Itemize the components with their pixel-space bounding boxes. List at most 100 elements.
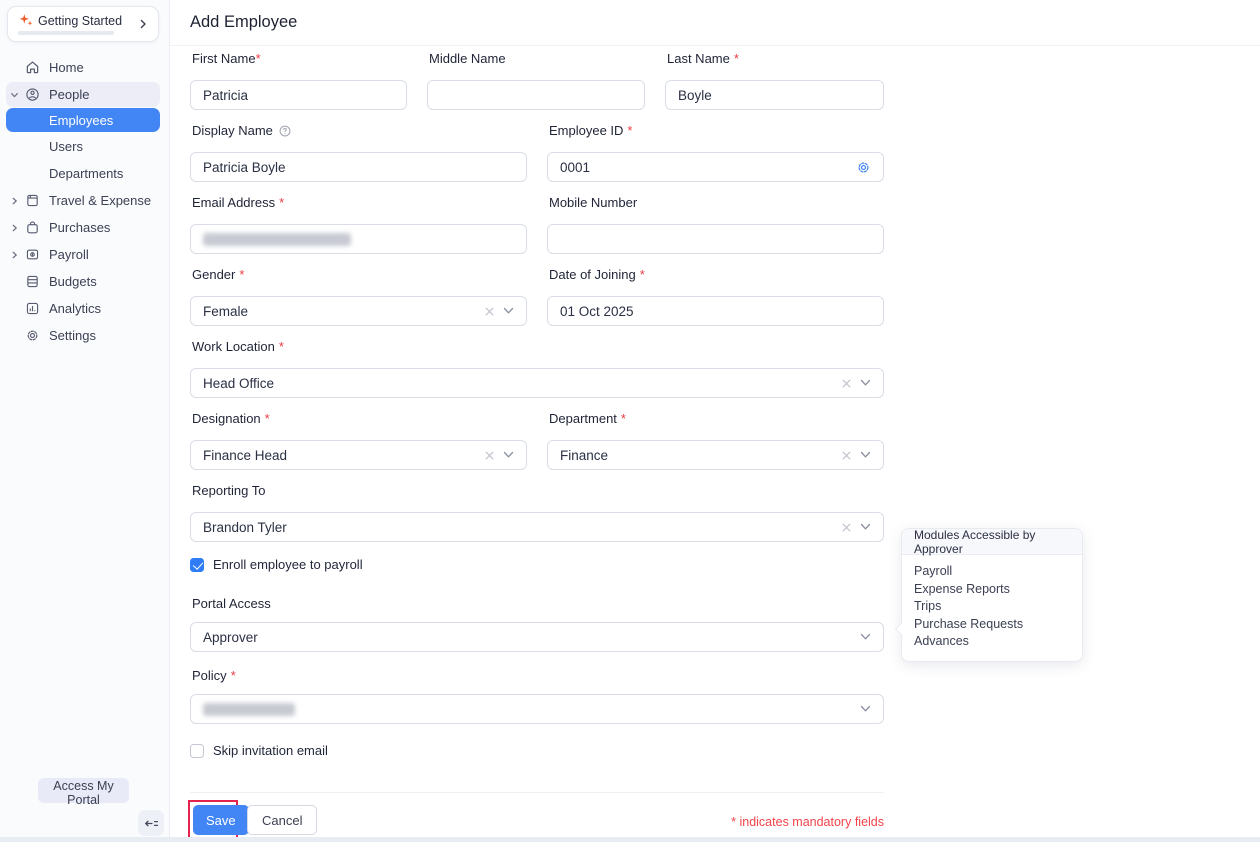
department-label: Department [549, 411, 626, 426]
clear-icon[interactable] [841, 522, 852, 533]
sidebar-item-label: Home [49, 60, 84, 75]
tooltip-item: Purchase Requests [914, 616, 1070, 634]
chevron-down-icon[interactable] [10, 90, 21, 99]
department-select[interactable]: Finance [547, 440, 884, 470]
email-label: Email Address [192, 195, 284, 210]
sidebar-item-settings[interactable]: Settings [6, 322, 160, 349]
chevron-down-icon[interactable] [503, 307, 514, 315]
window-bottom-edge [0, 837, 1260, 842]
chevron-right-icon[interactable] [10, 250, 21, 259]
chevron-right-icon[interactable] [10, 223, 21, 232]
collapse-sidebar-button[interactable] [138, 810, 164, 836]
gender-label: Gender [192, 267, 244, 282]
required-asterisk [640, 267, 645, 282]
payroll-icon [25, 247, 41, 263]
tooltip-item: Advances [914, 633, 1070, 651]
redacted-value [203, 233, 351, 246]
policy-select[interactable] [190, 694, 884, 724]
tooltip-title: Modules Accessible by Approver [902, 529, 1082, 555]
employee-id-field[interactable]: 0001 [547, 152, 884, 182]
designation-label: Designation [192, 411, 270, 426]
chevron-right-icon[interactable] [138, 18, 148, 30]
sidebar-item-employees[interactable]: Employees [6, 108, 160, 132]
portal-access-select[interactable]: Approver [190, 622, 884, 652]
getting-started-card[interactable]: Getting Started [7, 6, 159, 42]
sidebar-item-travel-expense[interactable]: Travel & Expense [6, 187, 160, 214]
required-asterisk [734, 51, 739, 66]
sidebar-item-people[interactable]: People [6, 82, 160, 107]
sidebar-item-purchases[interactable]: Purchases [6, 214, 160, 241]
skip-invitation-checkbox[interactable]: Skip invitation email [190, 743, 328, 758]
required-asterisk [256, 51, 261, 66]
designation-select[interactable]: Finance Head [190, 440, 527, 470]
chevron-down-icon[interactable] [860, 705, 871, 713]
email-field[interactable] [190, 224, 527, 254]
first-name-label: First Name [192, 51, 261, 66]
clear-icon[interactable] [484, 450, 495, 461]
chevron-down-icon[interactable] [860, 379, 871, 387]
skip-invitation-label: Skip invitation email [213, 743, 328, 758]
sidebar-item-label: Budgets [49, 274, 97, 289]
sidebar-item-users[interactable]: Users [6, 133, 160, 160]
chevron-down-icon[interactable] [860, 523, 871, 531]
required-asterisk [627, 123, 632, 138]
clear-icon[interactable] [841, 378, 852, 389]
tooltip-item: Expense Reports [914, 581, 1070, 599]
getting-started-progress [18, 31, 114, 35]
work-location-select[interactable]: Head Office [190, 368, 884, 398]
policy-label: Policy [192, 668, 236, 683]
chevron-down-icon[interactable] [503, 451, 514, 459]
checkbox-unchecked-icon[interactable] [190, 744, 204, 758]
sidebar-item-home[interactable]: Home [6, 54, 160, 81]
required-asterisk [239, 267, 244, 282]
employee-id-label: Employee ID [549, 123, 632, 138]
display-name-field[interactable]: Patricia Boyle [190, 152, 527, 182]
sidebar-item-departments[interactable]: Departments [6, 160, 160, 187]
reporting-to-label: Reporting To [192, 483, 265, 498]
last-name-field[interactable]: Boyle [665, 80, 884, 110]
enroll-payroll-checkbox[interactable]: Enroll employee to payroll [190, 557, 363, 572]
access-my-portal-button[interactable]: Access My Portal [38, 778, 129, 803]
sidebar-item-label: Travel & Expense [49, 193, 151, 208]
sparkle-icon [18, 13, 34, 29]
middle-name-label: Middle Name [429, 51, 506, 66]
travel-expense-icon [25, 193, 41, 209]
mobile-field[interactable] [547, 224, 884, 254]
required-asterisk [279, 339, 284, 354]
first-name-field[interactable]: Patricia [190, 80, 407, 110]
gender-select[interactable]: Female [190, 296, 527, 326]
redacted-value [203, 703, 295, 716]
middle-name-field[interactable] [427, 80, 645, 110]
people-icon [25, 87, 41, 103]
chevron-down-icon[interactable] [860, 633, 871, 641]
tooltip-item: Trips [914, 598, 1070, 616]
main-content: Add Employee First Name Patricia Middle … [170, 0, 1260, 842]
sidebar-item-label: Departments [49, 166, 123, 181]
required-asterisk [231, 668, 236, 683]
chevron-down-icon[interactable] [860, 451, 871, 459]
clear-icon[interactable] [484, 306, 495, 317]
sidebar-item-payroll[interactable]: Payroll [6, 241, 160, 268]
sidebar-item-label: Settings [49, 328, 96, 343]
sidebar-item-label: Payroll [49, 247, 89, 262]
help-icon[interactable] [278, 124, 292, 138]
clear-icon[interactable] [841, 450, 852, 461]
budgets-icon [25, 274, 41, 290]
footer-divider [190, 792, 884, 793]
reporting-to-select[interactable]: Brandon Tyler [190, 512, 884, 542]
sidebar-item-label: Purchases [49, 220, 110, 235]
sidebar-item-analytics[interactable]: Analytics [6, 295, 160, 322]
sidebar-item-label: Users [49, 139, 83, 154]
work-location-label: Work Location [192, 339, 284, 354]
purchases-icon [25, 220, 41, 236]
chevron-right-icon[interactable] [10, 196, 21, 205]
sidebar-nav: Home People Employees Users Departments [6, 54, 160, 349]
id-settings-gear-icon[interactable] [856, 160, 871, 175]
checkbox-checked-icon[interactable] [190, 558, 204, 572]
sidebar-item-label: People [49, 87, 89, 102]
sidebar-item-budgets[interactable]: Budgets [6, 268, 160, 295]
sidebar: Getting Started Home People Employees [0, 0, 170, 842]
portal-access-label: Portal Access [192, 596, 271, 611]
last-name-label: Last Name [667, 51, 739, 66]
date-of-joining-field[interactable]: 01 Oct 2025 [547, 296, 884, 326]
